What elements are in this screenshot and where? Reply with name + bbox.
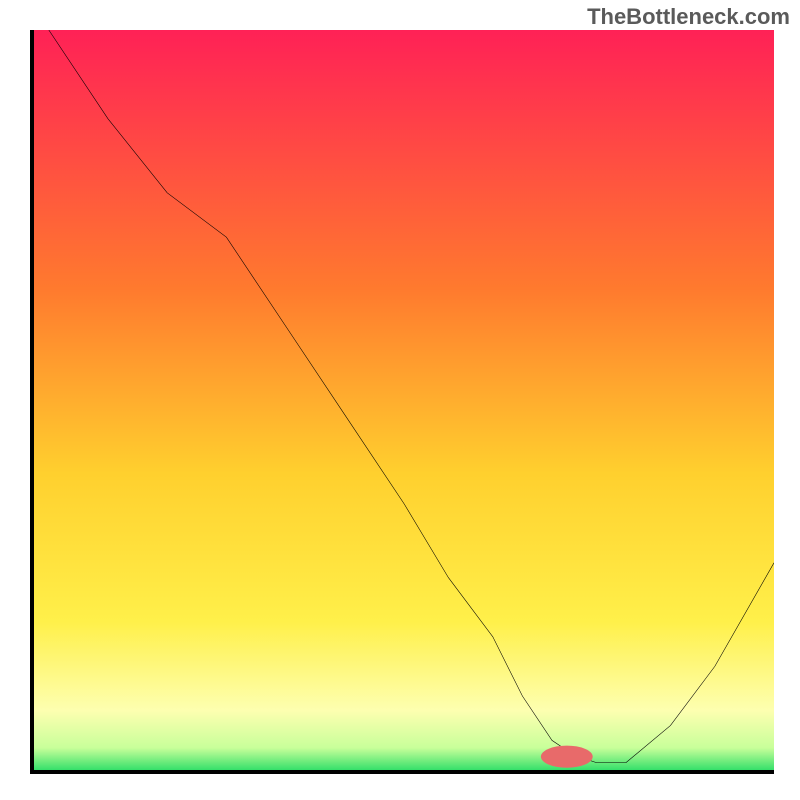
plot-frame xyxy=(30,30,774,774)
gradient-background xyxy=(34,30,774,770)
plot-svg xyxy=(34,30,774,770)
chart-container: TheBottleneck.com xyxy=(0,0,800,800)
watermark-text: TheBottleneck.com xyxy=(587,4,790,30)
optimal-marker xyxy=(541,746,593,768)
